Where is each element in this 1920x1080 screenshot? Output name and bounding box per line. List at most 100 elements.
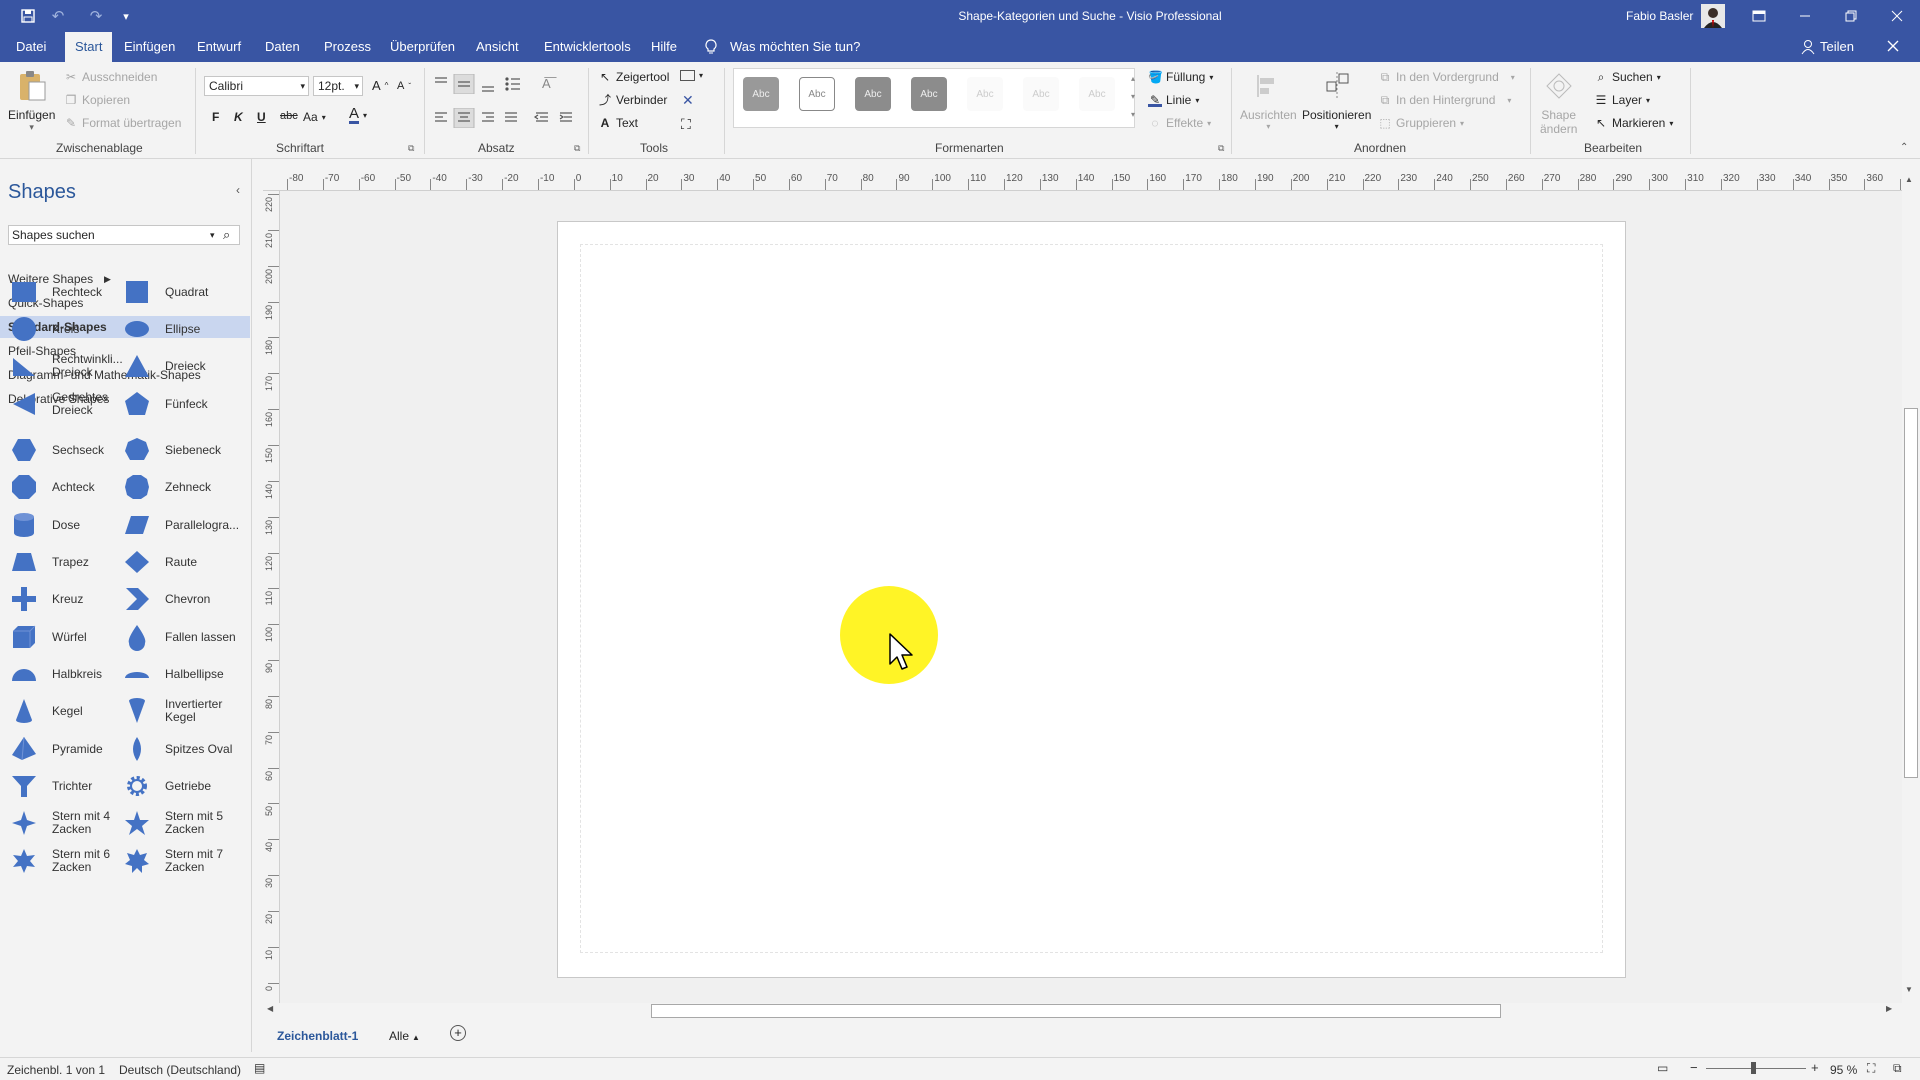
style-thumb[interactable]: Abc bbox=[1079, 77, 1115, 111]
shapes-search-input[interactable]: Shapes suchen ▾ ⌕ bbox=[8, 225, 240, 245]
tab-einfuegen[interactable]: Einfügen bbox=[116, 32, 183, 62]
shrink-font-icon[interactable]: Aˇ bbox=[397, 80, 411, 92]
shape-item[interactable]: Spitzes Oval bbox=[123, 735, 232, 763]
shape-item[interactable]: Stern mit 5 Zacken bbox=[123, 809, 223, 837]
close-document-icon[interactable] bbox=[1886, 39, 1902, 55]
underline-button[interactable]: U bbox=[257, 110, 266, 124]
zoom-out-icon[interactable]: − bbox=[1690, 1060, 1698, 1075]
layer-button[interactable]: ☰ Layer ▾ bbox=[1594, 93, 1650, 107]
style-thumb[interactable]: Abc bbox=[855, 77, 891, 111]
horizontal-scroll-thumb[interactable] bbox=[651, 1004, 1501, 1018]
shape-item[interactable]: Invertierter Kegel bbox=[123, 697, 222, 725]
copy-button[interactable]: ❐ Kopieren bbox=[64, 93, 130, 107]
dialog-launcher-icon[interactable]: ⧉ bbox=[1218, 143, 1224, 154]
fit-page-icon[interactable]: ⛶ bbox=[1867, 1061, 1875, 1076]
pointer-tool-button[interactable]: ↖ Zeigertool bbox=[598, 70, 669, 84]
text-direction-icon[interactable]: A͞ bbox=[542, 76, 551, 91]
find-button[interactable]: ⌕ Suchen ▾ bbox=[1594, 70, 1661, 84]
shape-item[interactable]: Halbkreis bbox=[10, 660, 102, 688]
shape-item[interactable]: Dreieck bbox=[123, 352, 206, 380]
shape-item[interactable]: Gedrehtes Dreieck bbox=[10, 390, 108, 418]
strikethrough-button[interactable]: abc bbox=[280, 110, 298, 122]
shape-item[interactable]: Getriebe bbox=[123, 772, 211, 800]
shape-item[interactable]: Chevron bbox=[123, 585, 210, 613]
macro-record-icon[interactable]: ▤ bbox=[254, 1061, 265, 1075]
zoom-slider[interactable] bbox=[1706, 1068, 1806, 1069]
connection-point-x-icon[interactable]: ✕ bbox=[682, 92, 694, 109]
fill-button[interactable]: 🪣 Füllung ▾ bbox=[1148, 70, 1213, 84]
restore-icon[interactable] bbox=[1828, 0, 1874, 32]
tab-ueberpruefen[interactable]: Überprüfen bbox=[382, 32, 463, 62]
vertical-scrollbar[interactable]: ▲ ▼ bbox=[1902, 171, 1920, 1003]
shape-item[interactable]: Quadrat bbox=[123, 278, 208, 306]
align-button[interactable]: Ausrichten ▾ bbox=[1240, 70, 1297, 131]
avatar[interactable] bbox=[1701, 4, 1725, 28]
tab-entwurf[interactable]: Entwurf bbox=[189, 32, 249, 62]
shape-item[interactable]: Achteck bbox=[10, 473, 95, 501]
status-page[interactable]: Zeichenbl. 1 von 1 bbox=[7, 1063, 105, 1077]
shape-item[interactable]: Siebeneck bbox=[123, 436, 221, 464]
font-name-select[interactable]: Calibri ▾ bbox=[204, 76, 309, 96]
sheet-tab-zeichenblatt-1[interactable]: Zeichenblatt-1 bbox=[277, 1029, 358, 1043]
shape-item[interactable]: Trichter bbox=[10, 772, 92, 800]
style-thumb[interactable]: Abc bbox=[967, 77, 1003, 111]
shape-item[interactable]: Dose bbox=[10, 511, 80, 539]
shape-item[interactable]: Parallelogra... bbox=[123, 511, 239, 539]
paste-dropdown-icon[interactable]: ▾ bbox=[29, 122, 34, 133]
chevron-down-icon[interactable]: ▾ bbox=[210, 226, 215, 244]
status-language[interactable]: Deutsch (Deutschland) bbox=[119, 1063, 241, 1077]
shape-item[interactable]: Würfel bbox=[10, 623, 87, 651]
zoom-in-icon[interactable]: + bbox=[1811, 1060, 1819, 1075]
dialog-launcher-icon[interactable]: ⧉ bbox=[574, 143, 580, 154]
format-painter-button[interactable]: ✎ Format übertragen bbox=[64, 116, 181, 130]
shape-item[interactable]: Trapez bbox=[10, 548, 89, 576]
bold-button[interactable]: F bbox=[212, 110, 219, 124]
share-button[interactable]: Teilen bbox=[1820, 32, 1854, 62]
drawing-canvas[interactable] bbox=[280, 191, 1902, 1003]
effects-button[interactable]: ◌ Effekte ▾ bbox=[1148, 116, 1211, 130]
close-window-icon[interactable] bbox=[1874, 0, 1920, 32]
shape-item[interactable]: Ellipse bbox=[123, 315, 200, 343]
collapse-panel-icon[interactable]: ‹ bbox=[236, 183, 240, 197]
shape-item[interactable]: Kreuz bbox=[10, 585, 83, 613]
all-sheets-button[interactable]: Alle ▲ bbox=[389, 1029, 420, 1043]
tab-datei[interactable]: Datei bbox=[8, 32, 54, 62]
scroll-down-icon[interactable]: ▼ bbox=[1905, 985, 1913, 994]
cut-button[interactable]: ✂ Ausschneiden bbox=[64, 70, 157, 84]
connector-button[interactable]: ⤴ Verbinder bbox=[598, 93, 667, 107]
tab-start[interactable]: Start bbox=[65, 32, 113, 62]
tab-hilfe[interactable]: Hilfe bbox=[643, 32, 685, 62]
minimize-icon[interactable] bbox=[1782, 0, 1828, 32]
bring-to-front-button[interactable]: ⧉ In den Vordergrund ▾ bbox=[1378, 70, 1515, 84]
group-button[interactable]: ⬚ Gruppieren ▾ bbox=[1378, 116, 1464, 130]
shape-item[interactable]: Zehneck bbox=[123, 473, 211, 501]
paste-button[interactable]: Einfügen ▾ bbox=[8, 70, 55, 133]
shape-item[interactable]: Fallen lassen bbox=[123, 623, 236, 651]
tab-daten[interactable]: Daten bbox=[257, 32, 308, 62]
shape-item[interactable]: Rechteck bbox=[10, 278, 102, 306]
tab-entwicklertools[interactable]: Entwicklertools bbox=[536, 32, 639, 62]
shape-item[interactable]: Sechseck bbox=[10, 436, 104, 464]
shape-item[interactable]: Kegel bbox=[10, 697, 83, 725]
position-button[interactable]: Positionieren ▾ bbox=[1302, 70, 1371, 131]
shape-item[interactable]: Raute bbox=[123, 548, 197, 576]
horizontal-scrollbar[interactable]: ◀ ▶ bbox=[263, 1003, 1902, 1019]
change-shape-button[interactable]: Shape ändern bbox=[1540, 70, 1577, 136]
drawing-page[interactable] bbox=[557, 221, 1626, 978]
shape-item[interactable]: Halbellipse bbox=[123, 660, 224, 688]
change-case-button[interactable]: Aa ▾ bbox=[303, 110, 326, 124]
vertical-scroll-thumb[interactable] bbox=[1904, 408, 1918, 778]
style-thumb[interactable]: Abc bbox=[1023, 77, 1059, 111]
crop-tool-icon[interactable]: ⛶ bbox=[681, 116, 691, 133]
rectangle-tool-button[interactable]: ▾ bbox=[680, 70, 703, 81]
italic-button[interactable]: K bbox=[234, 110, 243, 124]
text-tool-button[interactable]: A Text bbox=[598, 116, 638, 130]
scroll-up-icon[interactable]: ▲ bbox=[1905, 175, 1913, 184]
switch-windows-icon[interactable]: ⧉ bbox=[1893, 1061, 1902, 1076]
tab-prozess[interactable]: Prozess bbox=[316, 32, 379, 62]
style-thumb[interactable]: Abc bbox=[911, 77, 947, 111]
presentation-mode-icon[interactable]: ▭ bbox=[1657, 1061, 1668, 1075]
font-color-button[interactable]: A ▾ bbox=[349, 106, 367, 124]
send-to-back-button[interactable]: ⧉ In den Hintergrund ▾ bbox=[1378, 93, 1512, 107]
grow-font-icon[interactable]: A ^ bbox=[372, 78, 388, 93]
